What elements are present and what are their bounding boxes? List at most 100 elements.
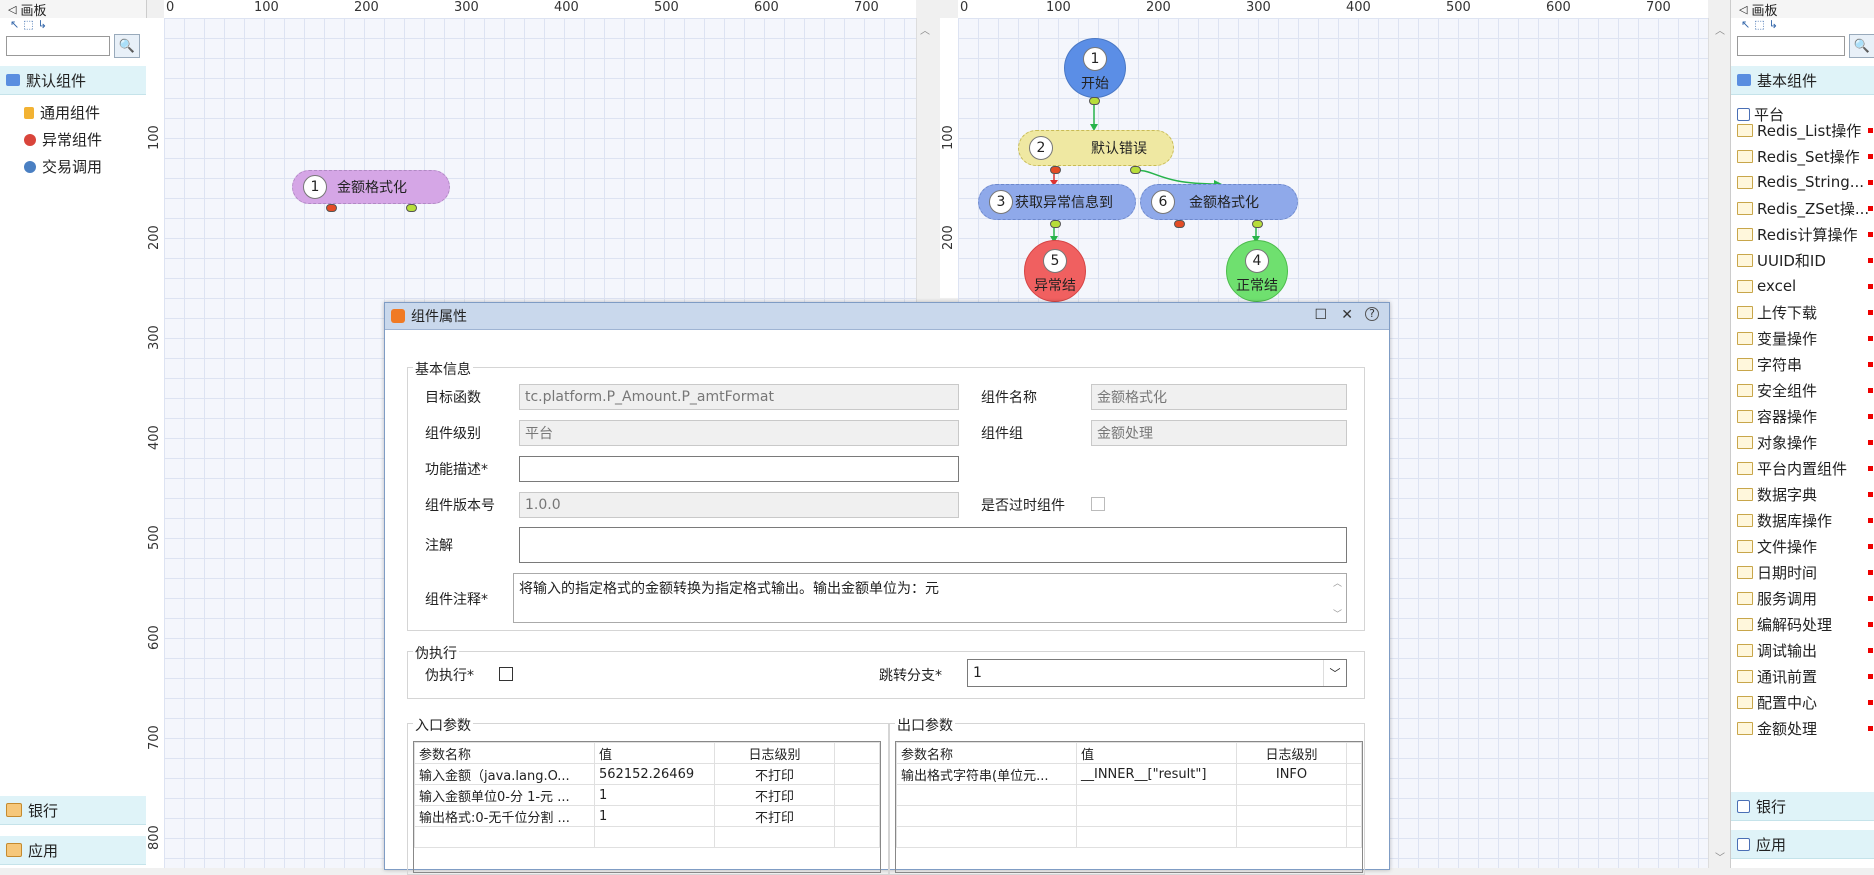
dialog-titlebar[interactable]: 组件属性 (385, 303, 1389, 330)
column-header[interactable]: 值 (594, 742, 715, 764)
success-port[interactable] (1130, 166, 1141, 174)
category-app[interactable]: 应用 (1731, 830, 1874, 859)
comp-level-field[interactable]: 平台 (519, 420, 959, 446)
palette-folder-item[interactable]: 上传下载 (1731, 299, 1874, 325)
palette-folder-item[interactable]: Redis_List操作 (1731, 117, 1874, 143)
param-log-cell[interactable]: 不打印 (714, 763, 835, 785)
table-row[interactable]: 输入金额（java.lang.O... 562152.26469 不打印 (414, 763, 880, 785)
column-header[interactable]: 参数名称 (414, 742, 595, 764)
error-port[interactable] (1050, 166, 1061, 174)
scroll-down-icon[interactable]: ﹀ (1333, 607, 1342, 620)
maximize-icon[interactable]: ☐ (1314, 307, 1327, 323)
pseudo-exec-checkbox[interactable] (499, 667, 513, 681)
category-default[interactable]: 默认组件 (0, 66, 146, 95)
start-node[interactable]: 1 开始 (1064, 38, 1126, 98)
close-icon[interactable]: ✕ (1341, 307, 1353, 323)
column-header[interactable]: 值 (1076, 742, 1237, 764)
search-input[interactable] (6, 36, 110, 56)
palette-folder-item[interactable]: excel (1731, 273, 1874, 299)
error-port[interactable] (326, 204, 337, 212)
collapse-icon[interactable]: ◁ (1739, 3, 1747, 16)
param-name-cell[interactable]: 输入金额单位0-分 1-元 ... (414, 784, 595, 806)
palette-folder-item[interactable]: 对象操作 (1731, 429, 1874, 455)
palette-folder-item[interactable]: 安全组件 (1731, 377, 1874, 403)
search-button[interactable]: 🔍 (1849, 34, 1874, 58)
right-palette-header[interactable]: ◁ 画板 (1731, 0, 1874, 19)
amount-format-node[interactable]: 6 金额格式化 (1140, 184, 1298, 220)
scroll-down-icon[interactable]: ﹀ (1709, 849, 1731, 864)
palette-folder-item[interactable]: 服务调用 (1731, 585, 1874, 611)
palette-folder-item[interactable]: UUID和ID (1731, 247, 1874, 273)
func-desc-input[interactable] (519, 456, 959, 482)
search-input[interactable] (1737, 36, 1845, 56)
palette-folder-item[interactable]: 数据字典 (1731, 481, 1874, 507)
error-port[interactable] (1174, 220, 1185, 228)
param-value-cell[interactable]: __INNER__["result"] (1076, 763, 1237, 785)
canvas2-scrollbar[interactable]: ︿ ﹀ (1708, 18, 1731, 868)
branch-select[interactable]: 1 ﹀ (967, 659, 1347, 687)
category-bank[interactable]: 银行 (1731, 792, 1874, 821)
palette-folder-item[interactable]: 编解码处理 (1731, 611, 1874, 637)
palette-folder-item[interactable]: 配置中心 (1731, 689, 1874, 715)
help-icon[interactable]: ? (1365, 307, 1379, 321)
scroll-up-icon[interactable]: ︿ (1333, 576, 1342, 589)
palette-folder-item[interactable]: 变量操作 (1731, 325, 1874, 351)
left-palette-header[interactable]: ◁ 画板 (0, 0, 146, 19)
normal-end-node[interactable]: 4 正常结 (1226, 240, 1288, 302)
palette-folder-item[interactable]: 通讯前置 (1731, 663, 1874, 689)
success-port[interactable] (1050, 220, 1061, 228)
comment-textarea[interactable]: 将输入的指定格式的金额转换为指定格式输出。输出金额单位为：元 ︿ ﹀ (513, 573, 1347, 623)
comp-name-field[interactable]: 金额格式化 (1091, 384, 1347, 410)
comp-group-field[interactable]: 金额处理 (1091, 420, 1347, 446)
table-row[interactable]: 输入金额单位0-分 1-元 ... 1 不打印 (414, 784, 880, 806)
get-exception-node[interactable]: 3 获取异常信息到 (978, 184, 1136, 220)
column-header[interactable]: 参数名称 (896, 742, 1077, 764)
palette-folder-item[interactable]: 金额处理 (1731, 715, 1874, 741)
param-value-cell[interactable]: 1 (594, 784, 715, 806)
column-header[interactable]: 日志级别 (1236, 742, 1347, 764)
output-port[interactable] (1089, 97, 1100, 105)
param-log-cell[interactable]: INFO (1236, 763, 1347, 785)
connection-tool-icon[interactable]: ↳ (38, 18, 47, 34)
param-name-cell[interactable]: 输出格式:0-无千位分割 ... (414, 805, 595, 827)
select-tool-icon[interactable]: ↖ (1741, 18, 1750, 34)
default-error-node[interactable]: 2 默认错误 (1018, 130, 1174, 166)
category-bank[interactable]: 银行 (0, 796, 146, 825)
param-name-cell[interactable]: 输出格式字符串(单位元... (896, 763, 1077, 785)
param-value-cell[interactable]: 1 (594, 805, 715, 827)
success-port[interactable] (406, 204, 417, 212)
column-header[interactable]: 日志级别 (714, 742, 835, 764)
deprecated-checkbox[interactable] (1091, 497, 1105, 511)
palette-folder-item[interactable]: Redis_Set操作 (1731, 143, 1874, 169)
palette-folder-item[interactable]: 数据库操作 (1731, 507, 1874, 533)
marquee-tool-icon[interactable]: ⬚ (23, 18, 33, 34)
palette-folder-item[interactable]: 集合操作 (1731, 741, 1874, 748)
param-log-cell[interactable]: 不打印 (714, 805, 835, 827)
param-log-cell[interactable]: 不打印 (714, 784, 835, 806)
tree-item-exception[interactable]: 异常组件 (0, 126, 146, 153)
palette-folder-item[interactable]: 容器操作 (1731, 403, 1874, 429)
palette-folder-item[interactable]: 平台内置组件 (1731, 455, 1874, 481)
table-row[interactable]: 输出格式字符串(单位元... __INNER__["result"] INFO (896, 763, 1362, 785)
select-tool-icon[interactable]: ↖ (10, 18, 19, 34)
category-app[interactable]: 应用 (0, 836, 146, 865)
collapse-icon[interactable]: ◁ (8, 3, 16, 16)
connection-tool-icon[interactable]: ↳ (1769, 18, 1778, 34)
palette-folder-item[interactable]: 字符串 (1731, 351, 1874, 377)
flow-node[interactable]: 1 金额格式化 (292, 170, 450, 204)
marquee-tool-icon[interactable]: ⬚ (1754, 18, 1764, 34)
palette-folder-item[interactable]: 日期时间 (1731, 559, 1874, 585)
table-row[interactable]: 输出格式:0-无千位分割 ... 1 不打印 (414, 805, 880, 827)
note-input[interactable] (519, 527, 1347, 563)
palette-folder-item[interactable]: Redis计算操作 (1731, 221, 1874, 247)
tree-item-transaction[interactable]: 交易调用 (0, 153, 146, 180)
category-basic[interactable]: 基本组件 (1731, 66, 1874, 95)
palette-folder-item[interactable]: 文件操作 (1731, 533, 1874, 559)
param-name-cell[interactable]: 输入金额（java.lang.O... (414, 763, 595, 785)
scroll-up-icon[interactable]: ︿ (917, 22, 933, 37)
palette-folder-item[interactable]: 调试输出 (1731, 637, 1874, 663)
success-port[interactable] (1252, 220, 1263, 228)
search-button[interactable]: 🔍 (114, 34, 140, 58)
chevron-down-icon[interactable]: ﹀ (1323, 660, 1346, 686)
palette-folder-item[interactable]: Redis_ZSet操... (1731, 195, 1874, 221)
